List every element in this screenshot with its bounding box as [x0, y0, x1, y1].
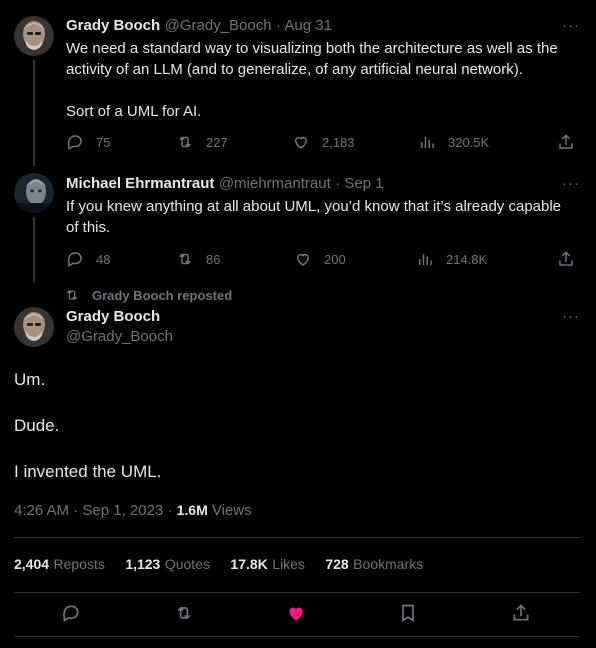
divider: [14, 592, 580, 593]
tweet1-like-button[interactable]: 2,183: [292, 133, 355, 151]
stat-reposts-label: Reposts: [53, 556, 105, 572]
main-author-name[interactable]: Grady Booch: [66, 308, 160, 325]
divider: [14, 636, 580, 637]
repost-icon: [179, 253, 191, 265]
thread-line: [33, 60, 35, 166]
tweet2-header: Michael Ehrmantraut @miehrmantraut · Sep…: [66, 175, 384, 193]
stat-bookmarks[interactable]: 728 Bookmarks: [325, 556, 423, 573]
heart-filled-icon: [289, 607, 303, 621]
stat-bookmarks-label: Bookmarks: [353, 556, 424, 572]
main-text-line: I invented the UML.: [14, 462, 162, 481]
stat-likes-count: 17.8K: [230, 556, 268, 572]
main-more-icon[interactable]: ···: [562, 308, 580, 325]
avatar-grady-booch[interactable]: [14, 307, 54, 347]
stat-likes-label: Likes: [272, 556, 305, 572]
views-icon: [421, 136, 434, 148]
share-icon: [559, 251, 573, 266]
thread-line: [33, 217, 35, 283]
main-bookmark-button[interactable]: [398, 603, 418, 628]
reply-icon: [63, 605, 79, 622]
tweet2-author-name[interactable]: Michael Ehrmantraut: [66, 175, 214, 192]
tweet1-like-count: 2,183: [322, 134, 355, 150]
stats-bar: 2,404 Reposts 1,123 Quotes 17.8K Likes 7…: [14, 556, 423, 574]
heart-icon: [294, 136, 308, 149]
divider: [14, 537, 580, 538]
tweet2-like-button[interactable]: 200: [294, 250, 346, 268]
main-meta: 4:26 AM · Sep 1, 2023 · 1.6M Views: [14, 502, 252, 519]
repost-icon: [66, 290, 78, 300]
tweet1-handle[interactable]: @Grady_Booch: [165, 17, 272, 34]
tweet2-text: If you knew anything at all about UML, y…: [66, 196, 561, 238]
main-timestamp[interactable]: 4:26 AM · Sep 1, 2023 ·: [14, 502, 177, 519]
stat-likes[interactable]: 17.8K Likes: [230, 556, 305, 573]
avatar-michael-ehrmantraut[interactable]: [14, 173, 54, 213]
tweet1-author-name[interactable]: Grady Booch: [66, 17, 160, 34]
tweet2-like-count: 200: [324, 251, 346, 267]
reposted-by-label: Grady Booch reposted: [92, 287, 233, 303]
tweet2-more-icon[interactable]: ···: [562, 175, 580, 192]
tweet1-share-button[interactable]: [557, 133, 587, 151]
stat-quotes-count: 1,123: [125, 556, 161, 572]
main-repost-button[interactable]: [174, 603, 194, 628]
tweet1-date[interactable]: · Aug 31: [276, 17, 332, 34]
tweet1-reply-count: 75: [96, 134, 111, 150]
views-icon: [419, 253, 432, 265]
stat-bookmarks-count: 728: [325, 556, 349, 572]
reply-icon: [67, 252, 82, 268]
main-text-line: Um.: [14, 370, 46, 389]
tweet2-handle[interactable]: @miehrmantraut: [219, 175, 331, 192]
main-like-button[interactable]: [286, 603, 306, 628]
tweet1-text-line: Sort of a UML for AI.: [66, 103, 202, 120]
stat-reposts[interactable]: 2,404 Reposts: [14, 556, 105, 573]
tweet1-repost-button[interactable]: 227: [176, 133, 228, 151]
share-icon: [513, 604, 529, 621]
main-share-button[interactable]: [511, 603, 531, 628]
reply-icon: [67, 135, 82, 151]
tweet2-share-button[interactable]: [557, 250, 587, 268]
main-reply-button[interactable]: [61, 603, 81, 628]
stat-reposts-count: 2,404: [14, 556, 50, 572]
tweet1-more-icon[interactable]: ···: [562, 17, 580, 34]
reposted-by[interactable]: Grady Booch reposted: [64, 287, 232, 303]
avatar-grady-booch[interactable]: [14, 16, 54, 56]
tweet2-text-line: of this.: [66, 219, 111, 236]
main-views-label: Views: [207, 502, 252, 519]
tweet1-views-button[interactable]: 320.5K: [418, 133, 489, 151]
stat-quotes-label: Quotes: [164, 556, 210, 572]
repost-icon: [177, 606, 191, 620]
main-text-line: Dude.: [14, 416, 60, 435]
tweet1-text-line: activity of an LLM (and to generalize, o…: [66, 61, 523, 78]
tweet2-repost-count: 86: [206, 251, 221, 267]
share-icon: [559, 134, 573, 149]
main-views-count: 1.6M: [176, 502, 208, 518]
tweet1-repost-count: 227: [206, 134, 228, 150]
tweet1-views-count: 320.5K: [448, 134, 490, 150]
tweet1-reply-button[interactable]: 75: [66, 133, 110, 151]
tweet2-reply-button[interactable]: 48: [66, 250, 110, 268]
main-handle[interactable]: @Grady_Booch: [66, 328, 173, 345]
heart-icon: [296, 253, 310, 266]
tweet2-views-count: 214.8K: [446, 251, 488, 267]
tweet1-text-line: We need a standard way to visualizing bo…: [66, 40, 558, 57]
stat-quotes[interactable]: 1,123 Quotes: [125, 556, 210, 573]
tweet2-date[interactable]: · Sep 1: [335, 175, 383, 192]
bookmark-icon: [402, 604, 414, 623]
tweet2-views-button[interactable]: 214.8K: [416, 250, 487, 268]
tweet1-text: We need a standard way to visualizing bo…: [66, 38, 558, 122]
tweet2-repost-button[interactable]: 86: [176, 250, 220, 268]
tweet2-reply-count: 48: [96, 251, 111, 267]
tweet2-text-line: If you knew anything at all about UML, y…: [66, 198, 562, 215]
tweet1-header: Grady Booch @Grady_Booch · Aug 31: [66, 17, 332, 35]
repost-icon: [179, 136, 191, 148]
